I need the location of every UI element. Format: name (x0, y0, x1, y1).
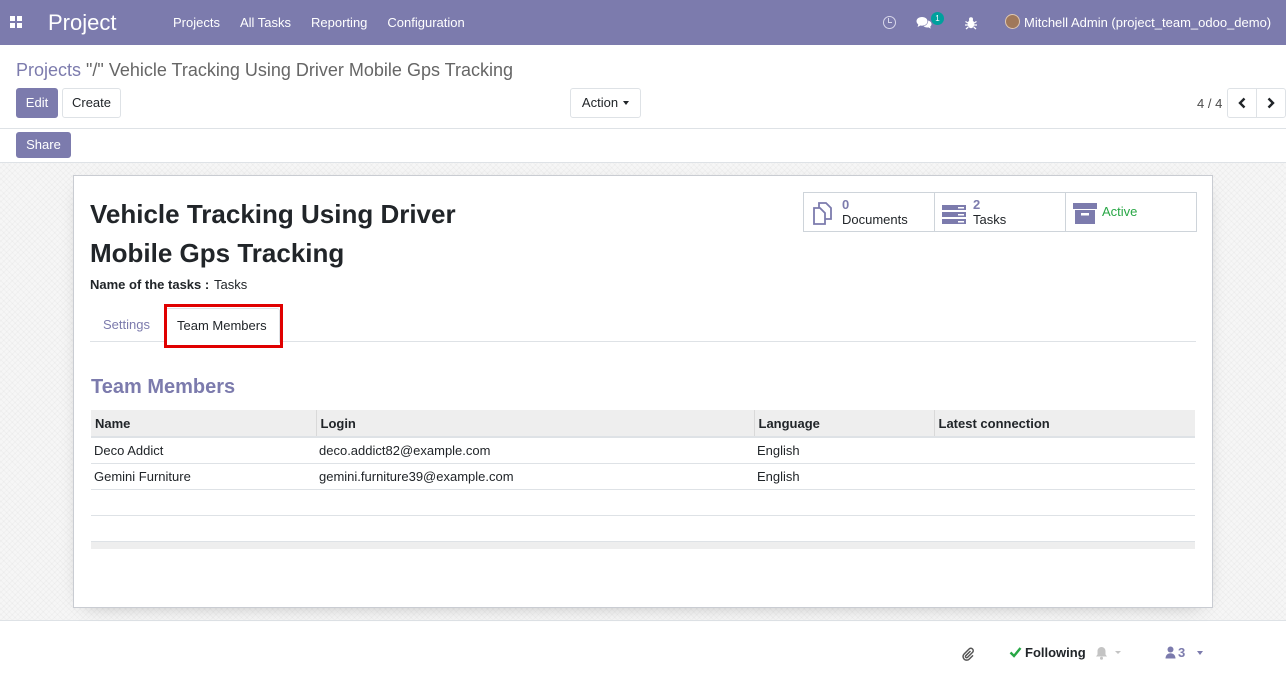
main-menu: Projects All Tasks Reporting Configurati… (163, 0, 475, 45)
caret-down-icon (623, 101, 630, 105)
smart-buttons: 0 Documents 2 Tasks Active (803, 192, 1197, 232)
highlight-annotation-box (164, 304, 283, 348)
table-header-row: Name Login Language Latest connection (91, 410, 1195, 438)
create-button[interactable]: Create (62, 88, 121, 118)
chevron-left-icon (1238, 97, 1246, 109)
documents-smart-button[interactable]: 0 Documents (804, 193, 935, 231)
debug-bug-icon[interactable] (964, 0, 978, 45)
messaging-icon[interactable] (916, 0, 932, 45)
menu-item-all-tasks[interactable]: All Tasks (230, 0, 301, 45)
cell-latest-connection (934, 463, 1195, 490)
column-header-name[interactable]: Name (91, 410, 317, 438)
tasks-name-value[interactable]: Tasks (214, 277, 247, 292)
table-row[interactable]: Gemini Furniture gemini.furniture39@exam… (91, 463, 1195, 490)
edit-button[interactable]: Edit (16, 88, 58, 118)
empty-row (91, 515, 1195, 542)
cell-language: English (754, 437, 934, 464)
top-navbar: Project Projects All Tasks Reporting Con… (0, 0, 1286, 45)
documents-icon (813, 202, 832, 225)
column-header-latest-connection[interactable]: Latest connection (934, 410, 1195, 438)
column-header-login[interactable]: Login (316, 410, 755, 438)
cell-latest-connection (934, 437, 1195, 464)
control-panel: Projects "/" Vehicle Tracking Using Driv… (0, 45, 1286, 129)
breadcrumb-separator: "/" (81, 60, 109, 80)
cell-name: Deco Addict (91, 437, 316, 464)
documents-count: 0 (842, 197, 850, 212)
form-statusbar: Share (0, 129, 1286, 163)
following-button[interactable]: Following (1025, 645, 1086, 660)
documents-label: Documents (842, 212, 908, 227)
chatter-topbar (0, 622, 1286, 683)
table-footer (91, 542, 1195, 549)
pager-value[interactable]: 4 / 4 (1197, 96, 1222, 111)
menu-item-configuration[interactable]: Configuration (377, 0, 474, 45)
messaging-badge: 1 (931, 12, 944, 25)
user-icon[interactable] (1165, 646, 1176, 659)
action-label: Action (581, 95, 619, 110)
pager-previous-button[interactable] (1227, 88, 1257, 118)
paperclip-icon[interactable] (962, 647, 974, 661)
menu-item-projects[interactable]: Projects (163, 0, 230, 45)
project-title[interactable]: Vehicle Tracking Using Driver Mobile Gps… (90, 195, 510, 273)
followers-count[interactable]: 3 (1178, 645, 1185, 660)
activity-clock-icon[interactable] (883, 0, 897, 45)
breadcrumb: Projects "/" Vehicle Tracking Using Driv… (16, 60, 513, 81)
tasks-smart-button[interactable]: 2 Tasks (935, 193, 1066, 231)
tasks-label: Tasks (973, 212, 1007, 227)
menu-item-reporting[interactable]: Reporting (301, 0, 377, 45)
check-icon (1009, 647, 1022, 658)
table-row[interactable]: Deco Addict deco.addict82@example.com En… (91, 437, 1195, 464)
cell-login: gemini.furniture39@example.com (316, 463, 754, 490)
caret-down-icon (1197, 651, 1203, 655)
active-toggle-button[interactable]: Active (1066, 193, 1196, 231)
active-label: Active (1102, 204, 1138, 219)
tasks-name-label: Name of the tasks : (90, 277, 210, 292)
bell-icon[interactable] (1095, 646, 1108, 660)
cell-login: deco.addict82@example.com (316, 437, 754, 464)
archive-icon (1073, 203, 1097, 224)
cell-language: English (754, 463, 934, 490)
column-header-language[interactable]: Language (754, 410, 935, 438)
tasks-icon (942, 205, 966, 224)
pager-next-button[interactable] (1256, 88, 1286, 118)
chevron-right-icon (1267, 97, 1275, 109)
empty-row (91, 489, 1195, 516)
app-brand[interactable]: Project (48, 10, 116, 36)
breadcrumb-current: Vehicle Tracking Using Driver Mobile Gps… (108, 60, 513, 80)
tasks-count: 2 (973, 197, 981, 212)
apps-menu-icon[interactable] (10, 16, 22, 28)
cell-name: Gemini Furniture (91, 463, 316, 490)
team-members-heading: Team Members (91, 376, 236, 398)
user-avatar[interactable] (1005, 14, 1020, 29)
caret-down-icon (1115, 651, 1121, 654)
tab-settings[interactable]: Settings (91, 308, 162, 342)
team-members-table: Name Login Language Latest connection De… (91, 410, 1195, 542)
share-button[interactable]: Share (16, 132, 71, 158)
breadcrumb-projects[interactable]: Projects (16, 60, 81, 80)
user-menu[interactable]: Mitchell Admin (project_team_odoo_demo) (1024, 15, 1271, 30)
action-dropdown[interactable]: Action (570, 88, 641, 118)
